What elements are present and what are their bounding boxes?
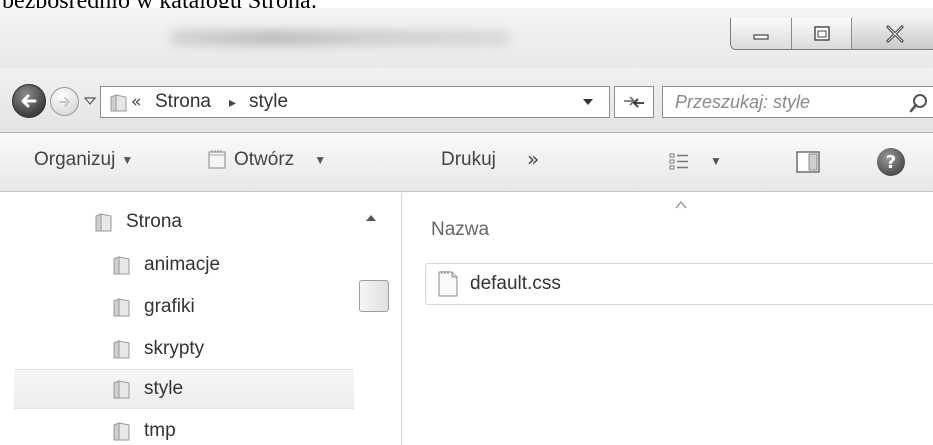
open-button[interactable]: Otwórz ▼ (206, 149, 326, 171)
tree-item-style[interactable]: style (14, 369, 354, 409)
folder-icon (113, 298, 130, 317)
file-name: default.css (470, 273, 561, 294)
list-item[interactable]: default.css (425, 263, 933, 305)
breadcrumb-overflow[interactable]: « (131, 92, 141, 112)
breadcrumb-style[interactable]: style (249, 91, 288, 113)
search-icon[interactable] (908, 92, 930, 114)
command-bar: Organizuj ▼ Otwórz ▼ Drukuj » ▼ ? (0, 132, 933, 192)
folder-icon (113, 422, 130, 441)
document-icon (438, 271, 458, 297)
minimize-icon (753, 33, 769, 40)
refresh-button[interactable] (614, 86, 654, 118)
tree-item-label: grafiki (144, 296, 195, 317)
folder-icon (95, 213, 112, 232)
navigation-pane: Strona animacje grafiki skrypty style tm… (0, 193, 402, 445)
scrollbar-track[interactable] (360, 233, 386, 445)
close-icon (886, 25, 904, 42)
arrow-right-icon (58, 96, 70, 107)
breadcrumb-strona[interactable]: Strona (155, 91, 211, 113)
more-commands-button[interactable]: » (527, 147, 539, 171)
breadcrumb-separator[interactable]: ▸ (229, 95, 236, 111)
folder-icon (110, 94, 127, 112)
tree-item-label: tmp (144, 420, 176, 441)
address-toolbar: « Strona ▸ style Przeszukaj: style (0, 68, 933, 132)
help-icon[interactable]: ? (877, 148, 905, 176)
blurred-window-title (170, 30, 510, 46)
search-input[interactable]: Przeszukaj: style (662, 86, 933, 118)
address-bar[interactable]: « Strona ▸ style (100, 86, 610, 118)
back-button[interactable] (12, 84, 46, 118)
document-icon (208, 150, 226, 169)
tree-item-skrypty[interactable]: skrypty (112, 329, 204, 369)
tree-item-strona[interactable]: Strona (94, 202, 182, 242)
chevron-down-icon[interactable] (581, 96, 595, 108)
tree-item-tmp[interactable]: tmp (112, 411, 176, 445)
print-label: Drukuj (441, 149, 496, 170)
minimize-button[interactable] (731, 18, 793, 49)
chevron-down-icon (84, 97, 96, 105)
chevron-up-icon (366, 215, 376, 221)
window-titlebar (0, 8, 933, 68)
tree-item-label: animacje (144, 254, 221, 275)
chevron-down-icon: ▼ (121, 153, 134, 167)
view-list-icon (669, 153, 688, 170)
folder-icon (113, 380, 130, 399)
forward-button[interactable] (50, 87, 79, 116)
chevron-down-icon: ▼ (314, 153, 327, 167)
organize-menu[interactable]: Organizuj ▼ (34, 149, 133, 171)
refresh-icon (624, 96, 644, 108)
print-button[interactable]: Drukuj (441, 149, 496, 171)
window-controls (730, 18, 933, 50)
column-header-name[interactable]: Nazwa (431, 219, 489, 241)
scrollbar-thumb[interactable] (359, 280, 389, 312)
close-button[interactable] (851, 18, 933, 49)
tree-item-label: Strona (126, 211, 182, 232)
scroll-up-button[interactable] (364, 211, 378, 225)
search-placeholder: Przeszukaj: style (675, 92, 811, 112)
preview-pane-icon[interactable] (794, 149, 822, 175)
change-view-button[interactable]: ▼ (668, 151, 722, 171)
arrow-left-icon (21, 94, 37, 108)
chevron-down-icon: ▼ (710, 154, 722, 168)
folder-icon (113, 256, 130, 275)
recent-pages-button[interactable] (83, 94, 97, 108)
file-list: Nazwa default.css (403, 193, 933, 445)
sort-ascending-icon (675, 201, 687, 209)
tree-item-label: skrypty (144, 338, 205, 359)
tree-item-label: style (144, 378, 184, 399)
tree-item-grafiki[interactable]: grafiki (112, 287, 195, 327)
organize-label: Organizuj (34, 149, 116, 170)
folder-icon (113, 340, 130, 359)
open-label: Otwórz (234, 149, 295, 170)
tree-item-animacje[interactable]: animacje (112, 245, 220, 285)
maximize-button[interactable] (792, 18, 852, 49)
maximize-icon (813, 25, 830, 41)
